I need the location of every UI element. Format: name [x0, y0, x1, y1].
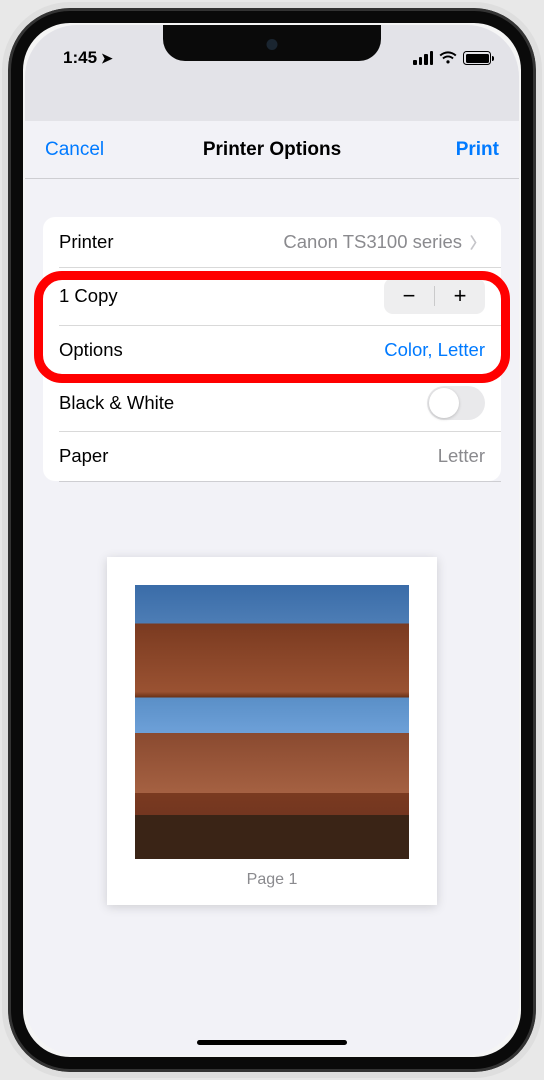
page-preview[interactable]: Page 1 [107, 557, 437, 905]
row-value: Color, Letter [384, 339, 485, 361]
preview-area: Page 1 [43, 557, 501, 905]
row-label: Black & White [59, 392, 174, 414]
paper-row[interactable]: Paper Letter [43, 431, 501, 481]
preview-image [135, 585, 409, 859]
phone-screen: 1:45 ➤ Cancel Printer Options Print [25, 25, 519, 1055]
notch [163, 25, 381, 61]
background-app [25, 77, 519, 121]
content-area: Printer Canon TS3100 series 〉 1 Copy − + [25, 179, 519, 905]
nav-bar: Cancel Printer Options Print [25, 121, 519, 179]
home-indicator[interactable] [197, 1040, 347, 1046]
row-value: Letter [438, 445, 485, 467]
copies-row: 1 Copy − + [43, 267, 501, 325]
stepper-plus-button[interactable]: + [435, 278, 485, 314]
cellular-icon [413, 51, 433, 65]
row-value: Canon TS3100 series 〉 [283, 231, 485, 253]
stepper-minus-button[interactable]: − [384, 278, 434, 314]
black-white-row: Black & White [43, 375, 501, 431]
page-label: Page 1 [135, 871, 409, 889]
battery-icon [463, 51, 491, 65]
status-right [413, 51, 491, 65]
page-title: Printer Options [203, 139, 341, 161]
print-modal: Cancel Printer Options Print Printer Can… [25, 121, 519, 1055]
status-time: 1:45 [63, 48, 97, 68]
print-button[interactable]: Print [429, 139, 499, 161]
settings-card: Printer Canon TS3100 series 〉 1 Copy − + [43, 217, 501, 481]
row-label: Options [59, 339, 123, 361]
location-icon: ➤ [101, 50, 113, 67]
phone-frame: 1:45 ➤ Cancel Printer Options Print [2, 2, 542, 1078]
printer-row[interactable]: Printer Canon TS3100 series 〉 [43, 217, 501, 267]
cancel-button[interactable]: Cancel [45, 139, 115, 161]
row-label: Printer [59, 231, 114, 253]
black-white-toggle[interactable] [427, 386, 485, 420]
chevron-right-icon: 〉 [470, 232, 485, 253]
copies-stepper: − + [384, 278, 485, 314]
row-label: Paper [59, 445, 108, 467]
status-left: 1:45 ➤ [53, 48, 113, 68]
wifi-icon [439, 51, 457, 65]
row-label: 1 Copy [59, 285, 118, 307]
options-row[interactable]: Options Color, Letter [43, 325, 501, 375]
